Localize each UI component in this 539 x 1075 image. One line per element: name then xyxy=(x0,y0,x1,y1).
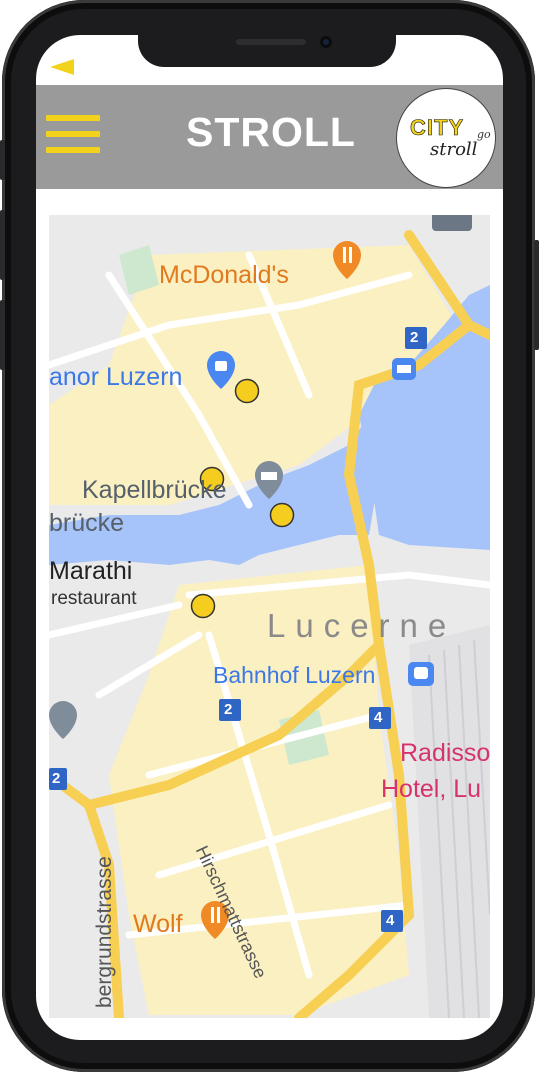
logo-city-text: CITY xyxy=(410,115,465,141)
logo-go-text: go xyxy=(477,128,491,141)
city-stroll-logo[interactable]: CITY stroll go xyxy=(396,88,496,188)
route-badge-2-top: 2 xyxy=(410,329,419,346)
restaurant-label: restaurant xyxy=(51,588,137,609)
kapellbrucke-label[interactable]: Kapellbrücke xyxy=(82,478,227,503)
route-badge-2-left: 2 xyxy=(52,770,61,787)
app-header: STROLL CITY stroll go xyxy=(36,85,503,189)
brucke-label: brücke xyxy=(49,509,125,537)
radisson-label: Hotel, Lu xyxy=(381,775,482,803)
mcdonalds-label[interactable]: McDonald's xyxy=(159,263,289,288)
lucerne-label: Lucerne xyxy=(267,607,457,644)
back-arrow-icon[interactable] xyxy=(50,59,74,75)
app-screen: STROLL CITY stroll go 2 2 2 4 4 McDonald… xyxy=(36,35,503,1040)
ferry-icon xyxy=(392,358,416,380)
route-badge-4-upper: 4 xyxy=(374,709,383,726)
bahnhof-pin xyxy=(408,662,434,686)
bahnhof-label[interactable]: Bahnhof Luzern xyxy=(213,664,375,687)
marathi-label[interactable]: Marathi xyxy=(49,559,132,584)
side-button xyxy=(0,140,5,180)
camera-icon xyxy=(320,36,332,48)
top-corner-icon xyxy=(432,215,472,231)
logo-stroll-text: stroll xyxy=(430,139,478,160)
side-button xyxy=(0,300,5,370)
side-button xyxy=(534,240,539,350)
map-view[interactable]: 2 2 2 4 4 McDonald's anor Luzern Kapellb… xyxy=(49,215,490,1018)
stroll-poi-marker xyxy=(269,502,295,528)
obergrundstrasse-label: bergrundstrasse xyxy=(93,856,116,1008)
stroll-poi-marker xyxy=(234,378,260,404)
radisson-label[interactable]: Radisso xyxy=(400,741,490,766)
route-badge-2-mid: 2 xyxy=(224,701,233,718)
side-button xyxy=(0,210,5,280)
manor-label[interactable]: anor Luzern xyxy=(49,365,182,390)
wolf-label[interactable]: Wolf xyxy=(133,912,183,937)
museum-pin xyxy=(49,701,77,739)
speaker xyxy=(236,39,306,45)
stroll-poi-marker xyxy=(190,593,216,619)
route-badge-4-lower: 4 xyxy=(386,912,395,929)
